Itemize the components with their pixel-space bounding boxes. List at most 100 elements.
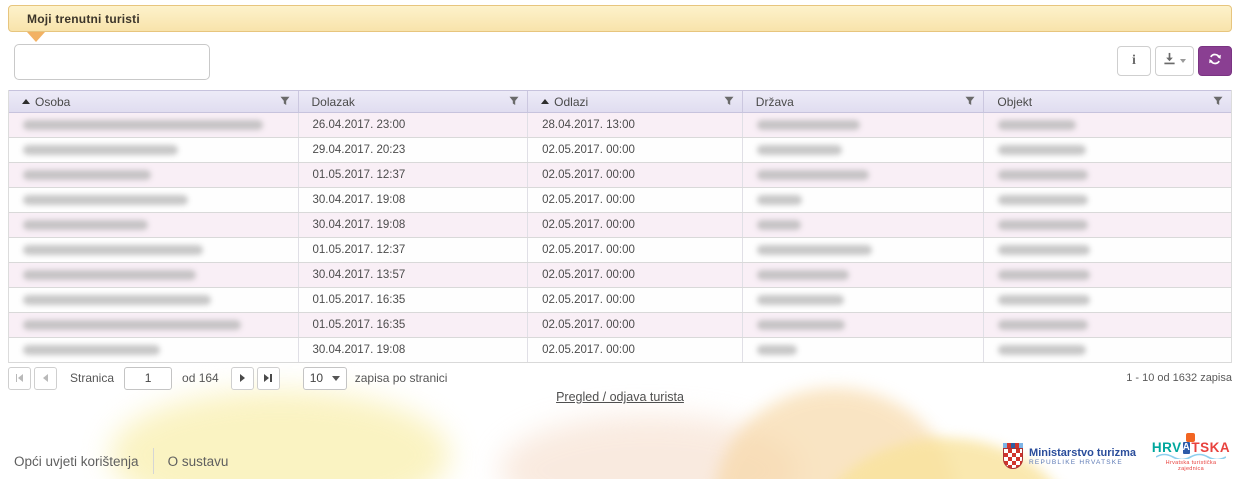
redacted-object-link[interactable] — [998, 345, 1086, 355]
table-row[interactable]: 01.05.2017. 12:37 02.05.2017. 00:00 — [9, 238, 1231, 263]
redacted-name — [23, 195, 188, 205]
table-row[interactable]: 30.04.2017. 19:08 02.05.2017. 00:00 — [9, 213, 1231, 238]
redacted-country — [757, 320, 845, 330]
page-title: Moji trenutni turisti — [27, 12, 140, 26]
filter-icon[interactable] — [724, 95, 734, 109]
page-number-input[interactable] — [124, 367, 172, 390]
ministry-of-tourism-logo: Ministarstvo turizma REPUBLIKE HRVATSKE — [1003, 443, 1136, 469]
cell-osoba — [9, 213, 299, 237]
filter-icon[interactable] — [280, 95, 290, 109]
redacted-name — [23, 220, 148, 230]
cell-osoba — [9, 113, 299, 137]
cell-drzava — [743, 313, 985, 337]
redacted-object-link[interactable] — [998, 220, 1088, 230]
sort-ascending-icon — [22, 99, 30, 104]
page-size-select[interactable]: 10 — [303, 367, 347, 390]
column-header-dolazak[interactable]: Dolazak — [299, 91, 529, 112]
redacted-name — [23, 145, 178, 155]
cell-objekt — [984, 188, 1231, 212]
cell-drzava — [743, 213, 985, 237]
redacted-name — [23, 170, 151, 180]
column-header-objekt[interactable]: Objekt — [984, 91, 1231, 112]
cell-dolazak: 01.05.2017. 12:37 — [299, 163, 529, 187]
info-button[interactable]: i — [1117, 46, 1151, 76]
review-checkout-tourists-link[interactable]: Pregled / odjava turista — [556, 390, 684, 404]
cell-drzava — [743, 113, 985, 137]
filter-icon[interactable] — [509, 95, 519, 109]
redacted-country — [757, 170, 869, 180]
redacted-object-link[interactable] — [998, 120, 1076, 130]
cell-dolazak: 29.04.2017. 20:23 — [299, 138, 529, 162]
redacted-object-link[interactable] — [998, 245, 1090, 255]
cell-odlazi: 02.05.2017. 00:00 — [528, 163, 743, 187]
page-label: Stranica — [70, 371, 114, 385]
cell-dolazak: 01.05.2017. 16:35 — [299, 288, 529, 312]
search-input[interactable] — [14, 44, 210, 80]
export-download-button[interactable] — [1155, 46, 1194, 76]
column-header-odlazi[interactable]: Odlazi — [528, 91, 743, 112]
cell-objekt — [984, 313, 1231, 337]
cell-drzava — [743, 338, 985, 362]
active-tab-banner[interactable]: Moji trenutni turisti — [8, 5, 1232, 32]
cell-drzava — [743, 163, 985, 187]
cell-odlazi: 02.05.2017. 00:00 — [528, 288, 743, 312]
table-row[interactable]: 26.04.2017. 23:00 28.04.2017. 13:00 — [9, 113, 1231, 138]
cell-osoba — [9, 238, 299, 262]
cell-osoba — [9, 138, 299, 162]
redacted-name — [23, 295, 211, 305]
table-header-row: Osoba Dolazak Odlazi — [9, 90, 1231, 113]
redacted-object-link[interactable] — [998, 270, 1090, 280]
cell-objekt — [984, 113, 1231, 137]
redacted-object-link[interactable] — [998, 320, 1088, 330]
redacted-object-link[interactable] — [998, 145, 1086, 155]
footer-divider — [153, 448, 154, 474]
next-page-button[interactable] — [231, 367, 254, 390]
cell-odlazi: 02.05.2017. 00:00 — [528, 213, 743, 237]
table-row[interactable]: 01.05.2017. 16:35 02.05.2017. 00:00 — [9, 288, 1231, 313]
cell-odlazi: 02.05.2017. 00:00 — [528, 338, 743, 362]
cell-osoba — [9, 263, 299, 287]
terms-of-use-link[interactable]: Opći uvjeti korištenja — [14, 454, 139, 469]
redacted-object-link[interactable] — [998, 195, 1088, 205]
table-row[interactable]: 01.05.2017. 12:37 02.05.2017. 00:00 — [9, 163, 1231, 188]
column-header-drzava[interactable]: Država — [743, 91, 985, 112]
per-page-label: zapisa po stranici — [355, 371, 448, 385]
cell-drzava — [743, 188, 985, 212]
page-count-label: od 164 — [182, 371, 219, 385]
table-row[interactable]: 30.04.2017. 19:08 02.05.2017. 00:00 — [9, 188, 1231, 213]
table-row[interactable]: 30.04.2017. 19:08 02.05.2017. 00:00 — [9, 338, 1231, 363]
cell-drzava — [743, 138, 985, 162]
table-row[interactable]: 01.05.2017. 16:35 02.05.2017. 00:00 — [9, 313, 1231, 338]
column-header-osoba[interactable]: Osoba — [9, 91, 299, 112]
cell-drzava — [743, 238, 985, 262]
redacted-country — [757, 195, 802, 205]
filter-icon[interactable] — [1213, 95, 1223, 109]
cell-osoba — [9, 313, 299, 337]
cell-odlazi: 28.04.2017. 13:00 — [528, 113, 743, 137]
cell-dolazak: 30.04.2017. 19:08 — [299, 213, 529, 237]
redacted-object-link[interactable] — [998, 295, 1090, 305]
footer-logos: Ministarstvo turizma REPUBLIKE HRVATSKE … — [1003, 440, 1230, 472]
table-row[interactable]: 29.04.2017. 20:23 02.05.2017. 00:00 — [9, 138, 1231, 163]
last-page-button[interactable] — [257, 367, 280, 390]
first-page-button[interactable] — [8, 367, 31, 390]
redacted-country — [757, 145, 842, 155]
redacted-country — [757, 220, 801, 230]
ministry-name: Ministarstvo turizma — [1029, 447, 1136, 459]
about-system-link[interactable]: O sustavu — [168, 454, 229, 469]
evisitor-current-tourists-page: Moji trenutni turisti i — [0, 0, 1240, 479]
refresh-button[interactable] — [1198, 46, 1232, 76]
cell-dolazak: 30.04.2017. 19:08 — [299, 338, 529, 362]
cell-dolazak: 01.05.2017. 16:35 — [299, 313, 529, 337]
htz-orange-square-icon — [1186, 433, 1195, 442]
redacted-country — [757, 345, 797, 355]
redacted-object-link[interactable] — [998, 170, 1088, 180]
cell-dolazak: 30.04.2017. 13:57 — [299, 263, 529, 287]
cell-odlazi: 02.05.2017. 00:00 — [528, 188, 743, 212]
filter-icon[interactable] — [965, 95, 975, 109]
redacted-name — [23, 345, 160, 355]
redacted-country — [757, 245, 872, 255]
table-row[interactable]: 30.04.2017. 13:57 02.05.2017. 00:00 — [9, 263, 1231, 288]
previous-page-button[interactable] — [34, 367, 57, 390]
cell-osoba — [9, 288, 299, 312]
